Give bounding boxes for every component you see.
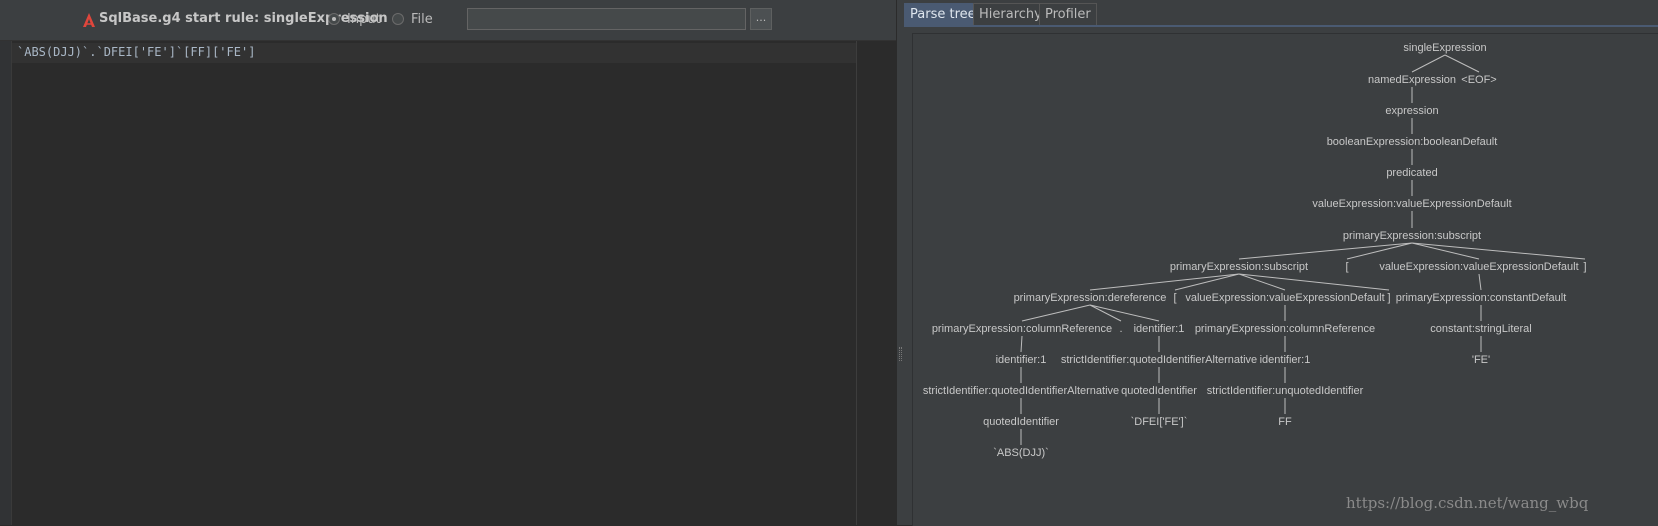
input-editor[interactable]: `ABS(DJJ)`.`DFEI['FE']`[FF]['FE'] xyxy=(0,41,896,525)
tree-edge xyxy=(1478,273,1482,291)
editor-input-text[interactable]: `ABS(DJJ)`.`DFEI['FE']`[FF]['FE'] xyxy=(17,45,255,59)
right-margin-guide xyxy=(856,41,857,525)
input-toolbar: SqlBase.g4 start rule: singleExpression … xyxy=(0,0,896,41)
tree-edge xyxy=(1174,273,1240,291)
tree-node[interactable]: primaryExpression:columnReference xyxy=(932,323,1112,335)
tree-edge xyxy=(1020,335,1023,353)
tree-node[interactable]: primaryExpression:subscript xyxy=(1343,230,1481,242)
tree-node[interactable]: quotedIdentifier xyxy=(983,416,1059,428)
watermark-text: https://blog.csdn.net/wang_wbq xyxy=(1346,494,1589,512)
tree-node[interactable]: predicated xyxy=(1386,167,1437,179)
tree-node[interactable]: identifier:1 xyxy=(996,354,1047,366)
pane-splitter[interactable] xyxy=(897,0,904,525)
tab-hierarchy[interactable]: Hierarchy xyxy=(973,3,1048,25)
tree-node[interactable]: [ xyxy=(1173,292,1176,304)
tree-node[interactable]: primaryExpression:constantDefault xyxy=(1396,292,1567,304)
tree-node[interactable]: primaryExpression:subscript xyxy=(1170,261,1308,273)
tree-node[interactable]: valueExpression:valueExpressionDefault xyxy=(1185,292,1384,304)
tree-node[interactable]: identifier:1 xyxy=(1260,354,1311,366)
tree-edge xyxy=(1444,54,1480,73)
tree-edge xyxy=(1411,54,1446,73)
tree-node[interactable]: booleanExpression:booleanDefault xyxy=(1327,136,1498,148)
start-rule-title: SqlBase.g4 start rule: singleExpression xyxy=(99,11,388,26)
tree-node[interactable]: strictIdentifier:unquotedIdentifier xyxy=(1207,385,1364,397)
tree-node[interactable]: <EOF> xyxy=(1461,74,1496,86)
tree-node[interactable]: identifier:1 xyxy=(1134,323,1185,335)
input-pane: SqlBase.g4 start rule: singleExpression … xyxy=(0,0,898,525)
tree-node[interactable]: namedExpression xyxy=(1368,74,1456,86)
tree-edge xyxy=(1346,242,1413,260)
tree-node[interactable]: ] xyxy=(1387,292,1390,304)
tab-parse-tree[interactable]: Parse tree xyxy=(904,3,982,25)
editor-gutter xyxy=(0,41,12,525)
tree-pane: Parse tree Hierarchy Profiler singleExpr… xyxy=(904,0,1658,526)
antlr-logo-icon xyxy=(83,13,95,27)
tree-node[interactable]: primaryExpression:dereference xyxy=(1014,292,1167,304)
tree-node[interactable]: `DFEI['FE']` xyxy=(1131,416,1188,428)
tree-edge xyxy=(1238,242,1413,260)
splitter-grip-icon[interactable] xyxy=(899,347,902,361)
tree-node[interactable]: 'FE' xyxy=(1472,354,1490,366)
tree-node[interactable]: . xyxy=(1119,323,1122,335)
parse-tree-view[interactable]: singleExpression namedExpression <EOF> expr… xyxy=(912,33,1658,526)
tree-node[interactable]: singleExpression xyxy=(1403,42,1486,54)
tree-edge xyxy=(1089,304,1122,322)
tree-node[interactable]: strictIdentifier:quotedIdentifierAlterna… xyxy=(1061,354,1257,366)
tree-node[interactable]: [ xyxy=(1345,261,1348,273)
tab-profiler[interactable]: Profiler xyxy=(1039,3,1097,25)
file-radio[interactable] xyxy=(392,13,404,25)
tree-node[interactable]: expression xyxy=(1385,105,1438,117)
file-path-input[interactable] xyxy=(467,8,746,30)
tree-tabs: Parse tree Hierarchy Profiler xyxy=(904,0,1658,27)
tree-edge xyxy=(1021,304,1091,322)
parse-tree-canvas: singleExpression namedExpression <EOF> expr… xyxy=(923,42,1587,459)
tab-underline xyxy=(904,25,1658,27)
tree-edge xyxy=(1089,304,1160,322)
input-radio[interactable] xyxy=(328,13,340,25)
tree-node[interactable]: `ABS(DJJ)` xyxy=(993,447,1049,459)
tree-node[interactable]: ] xyxy=(1583,261,1586,273)
input-radio-label[interactable]: Input xyxy=(347,12,381,27)
tree-node[interactable]: valueExpression:valueExpressionDefault xyxy=(1312,198,1511,210)
file-radio-label[interactable]: File xyxy=(411,12,433,27)
tree-edge xyxy=(1411,242,1480,260)
tree-node[interactable]: valueExpression:valueExpressionDefault xyxy=(1379,261,1578,273)
tree-edge xyxy=(1411,242,1586,260)
tree-edge xyxy=(1089,273,1240,291)
tree-node[interactable]: FF xyxy=(1278,416,1292,428)
tree-node[interactable]: primaryExpression:columnReference xyxy=(1195,323,1375,335)
tree-node[interactable]: strictIdentifier:quotedIdentifierAlterna… xyxy=(923,385,1119,397)
tree-node[interactable]: quotedIdentifier xyxy=(1121,385,1197,397)
tree-node[interactable]: constant:stringLiteral xyxy=(1430,323,1532,335)
browse-file-button[interactable]: ... xyxy=(750,8,772,30)
